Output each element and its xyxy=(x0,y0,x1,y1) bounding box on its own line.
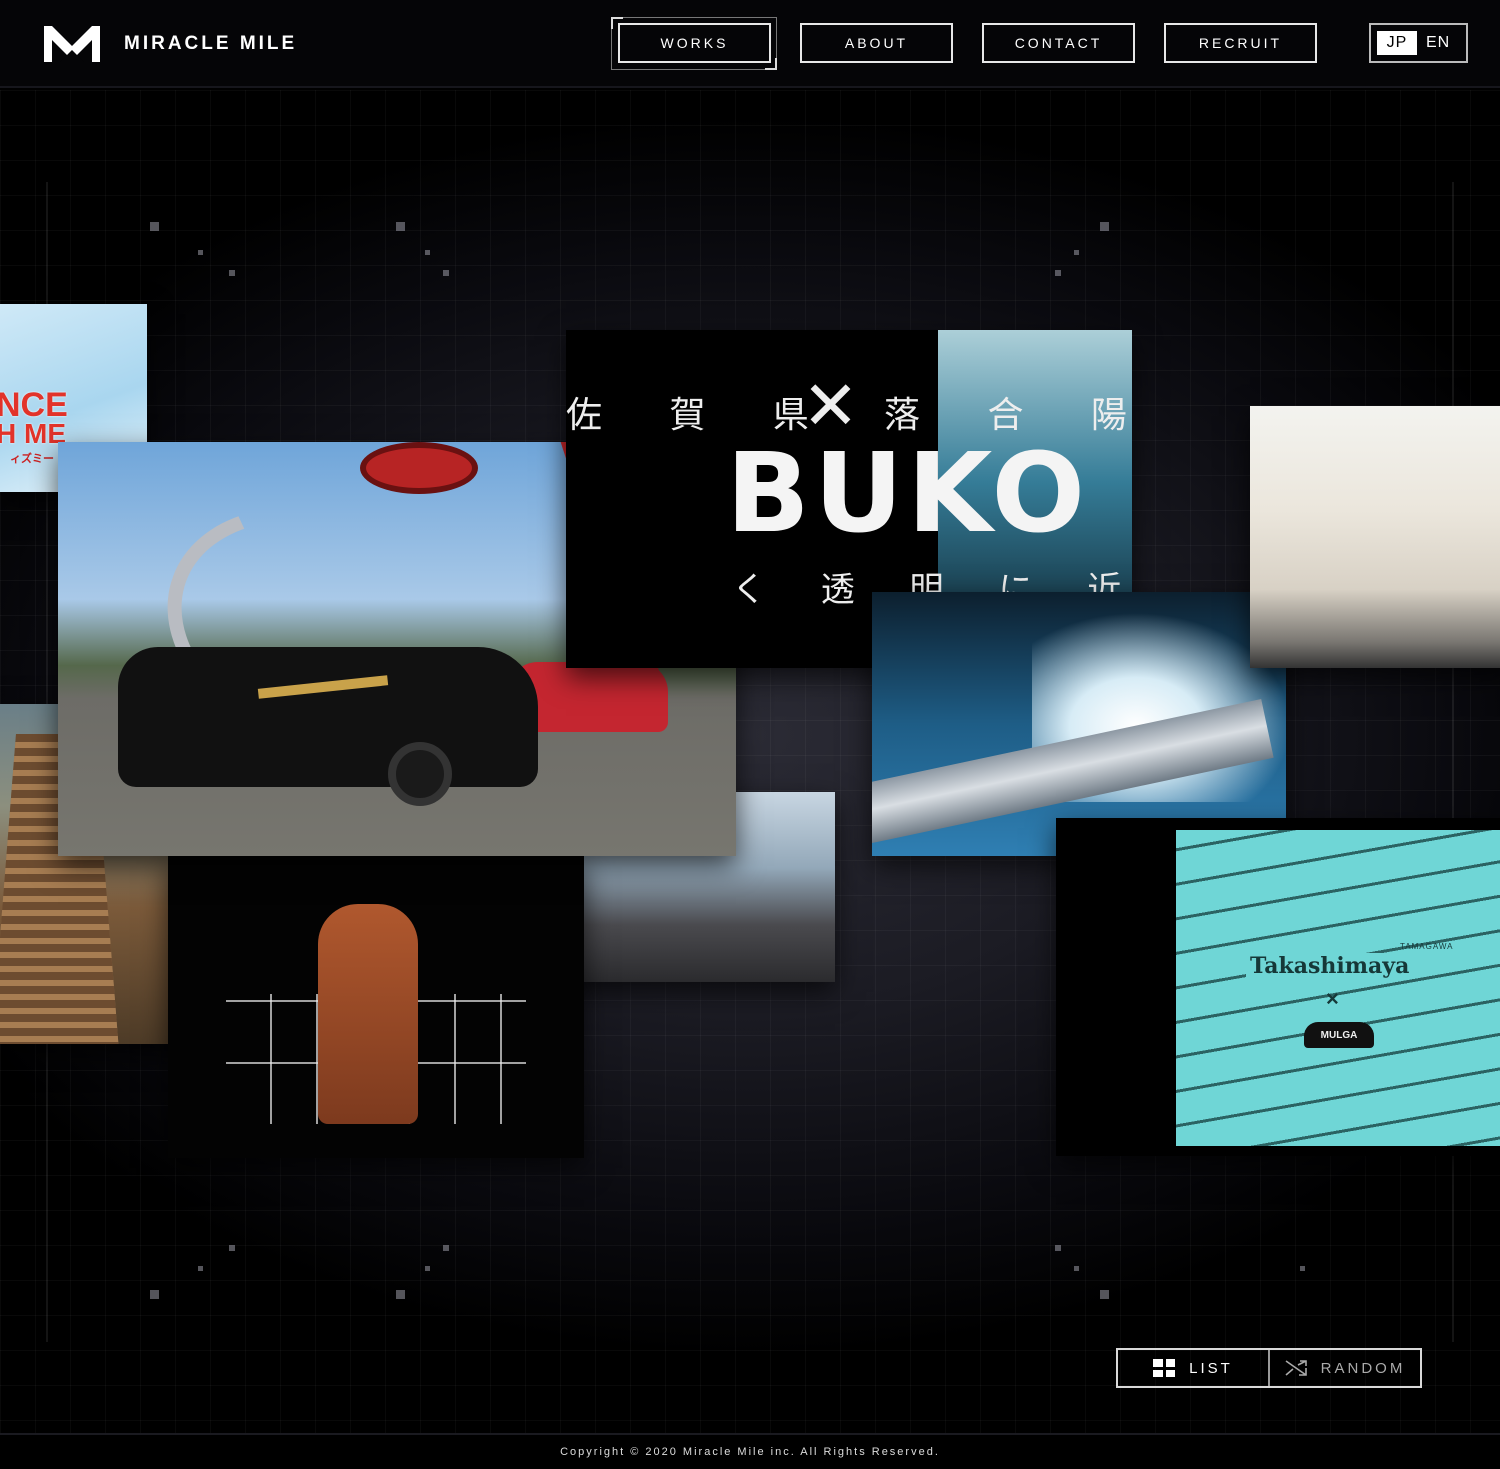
language-en[interactable]: EN xyxy=(1426,34,1450,52)
list-view-label: LIST xyxy=(1189,1359,1233,1377)
copyright-text: Copyright © 2020 Miracle Mile inc. All R… xyxy=(560,1446,940,1458)
random-view-label: RANDOM xyxy=(1320,1359,1406,1377)
view-mode-controls: LIST RANDOM xyxy=(1116,1348,1422,1388)
m-chevron-logo-icon xyxy=(44,26,100,62)
shuffle-icon xyxy=(1285,1360,1307,1376)
poster-title-line-1: NCE xyxy=(0,386,68,424)
sparkle-dot xyxy=(150,1290,159,1299)
work-tile-wave[interactable] xyxy=(872,592,1286,856)
sparkle-dot xyxy=(198,250,203,255)
sparkle-dot xyxy=(396,222,405,231)
work-tile-gallery-room[interactable] xyxy=(1250,406,1500,668)
sparkle-dot xyxy=(396,1290,405,1299)
sparkle-dot xyxy=(1100,1290,1109,1299)
sparkle-dot xyxy=(443,270,449,276)
takashimaya-branch: TAMAGAWA xyxy=(1400,942,1454,951)
mulga-logo: MULGA xyxy=(1304,1022,1374,1048)
language-jp[interactable]: JP xyxy=(1377,31,1417,55)
brand-logo[interactable]: MIRACLE MILE xyxy=(44,22,297,66)
claw-hub xyxy=(360,442,478,494)
coat-figure xyxy=(318,904,418,1124)
poster-caption: ィズミー xyxy=(10,453,54,465)
nav-contact[interactable]: CONTACT xyxy=(982,23,1135,63)
list-view-button[interactable]: LIST xyxy=(1118,1350,1268,1386)
site-footer: Copyright © 2020 Miracle Mile inc. All R… xyxy=(0,1433,1500,1469)
nav-works[interactable]: WORKS xyxy=(618,23,771,63)
language-switcher: JP EN xyxy=(1369,23,1468,63)
sparkle-dot xyxy=(150,222,159,231)
sparkle-dot xyxy=(1055,270,1061,276)
sparkle-dot xyxy=(1100,222,1109,231)
works-gallery-stage: NCE H ME ィズミー 佐 賀 県 ✕ 落 合 陽 一 BUKO く 透 明… xyxy=(0,90,1500,1433)
sparkle-dot xyxy=(443,1245,449,1251)
brand-name: MIRACLE MILE xyxy=(124,33,298,54)
collab-separator: × xyxy=(1326,986,1339,1011)
random-view-button[interactable]: RANDOM xyxy=(1268,1350,1420,1386)
sparkle-dot xyxy=(1300,1266,1305,1271)
sparkle-dot xyxy=(198,1266,203,1271)
sparkle-dot xyxy=(1055,1245,1061,1251)
nav-about[interactable]: ABOUT xyxy=(800,23,953,63)
work-tile-takashimaya[interactable]: TAMAGAWA Takashimaya × MULGA xyxy=(1056,818,1500,1156)
site-header: MIRACLE MILE WORKS ABOUT CONTACT RECRUIT… xyxy=(0,0,1500,88)
background-rail-right xyxy=(1452,182,1454,1342)
sparkle-dot xyxy=(425,1266,430,1271)
car-wheel xyxy=(388,742,452,806)
buko-title: BUKO xyxy=(726,429,1089,557)
sparkle-dot xyxy=(229,1245,235,1251)
sparkle-dot xyxy=(1074,250,1079,255)
work-tile-coat-exhibition[interactable] xyxy=(168,856,584,1158)
takashimaya-brand: Takashimaya xyxy=(1246,953,1414,979)
sparkle-dot xyxy=(229,270,235,276)
sparkle-dot xyxy=(425,250,430,255)
poster-title-line-2: H ME xyxy=(0,418,66,449)
grid-icon xyxy=(1153,1359,1176,1377)
sparkle-dot xyxy=(1074,1266,1079,1271)
black-car xyxy=(118,647,538,787)
nav-recruit[interactable]: RECRUIT xyxy=(1164,23,1317,63)
